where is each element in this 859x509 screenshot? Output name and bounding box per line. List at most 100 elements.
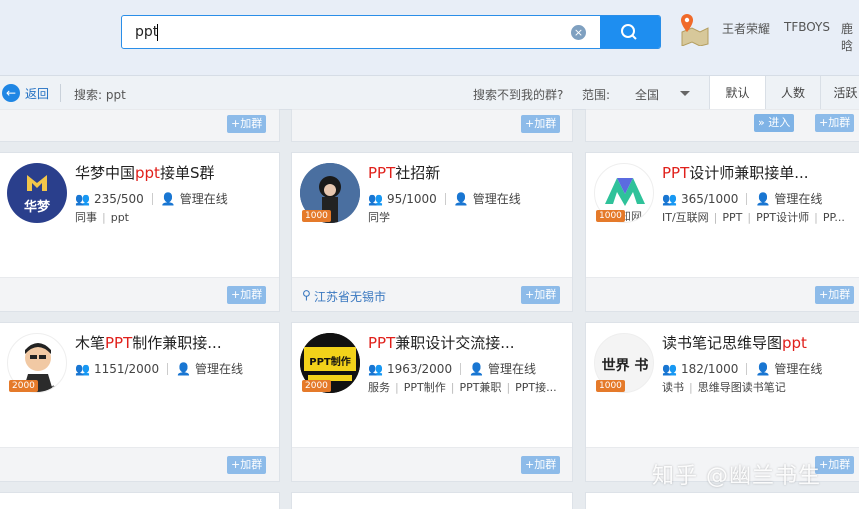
group-meta: 👥 182/1000 👤 管理在线 <box>662 360 822 377</box>
group-title[interactable]: 读书笔记思维导图ppt <box>662 332 807 353</box>
group-meta: 👥 365/1000 👤 管理在线 <box>662 190 822 207</box>
admin-icon: 👤 <box>160 191 176 206</box>
card-footer: +加群 <box>0 109 279 141</box>
members-icon: 👥 <box>662 361 677 376</box>
member-count: 182/1000 <box>680 361 739 376</box>
group-meta: 👥 95/1000 👤 管理在线 <box>368 190 521 207</box>
member-count: 1151/2000 <box>93 361 160 376</box>
avatar-text: 专业 <box>50 384 64 393</box>
join-button[interactable]: +加群 <box>227 456 267 474</box>
group-card[interactable]: PPT制作 2000 PPT兼职设计交流接... 👥 1963/2000 👤 管理在… <box>291 322 573 482</box>
range-select[interactable]: 全国 <box>635 86 659 103</box>
location-pin-icon: ⚲ <box>302 288 311 302</box>
members-icon: 👥 <box>75 361 90 376</box>
join-button[interactable]: +加群 <box>815 114 855 132</box>
group-card[interactable]: 知网 1000 PPT设计师兼职接单... 👥 365/1000 👤 管理在线 IT… <box>585 152 859 312</box>
group-title[interactable]: PPT兼职设计交流接... <box>368 332 515 353</box>
member-count: 365/1000 <box>680 191 739 206</box>
group-title[interactable]: PPT设计师兼职接单... <box>662 162 809 183</box>
tab-active[interactable]: 活跃 <box>820 76 859 110</box>
group-card: +加群 <box>0 109 280 142</box>
admin-icon: 👤 <box>176 361 192 376</box>
card-footer: +加群 <box>586 277 859 311</box>
group-tags: IT/互联网 | PPT | PPT设计师 | PP... <box>662 211 845 224</box>
admin-icon: 👤 <box>755 191 771 206</box>
range-label: 范围: <box>582 88 611 102</box>
join-button[interactable]: +加群 <box>521 115 561 133</box>
group-card[interactable] <box>291 492 573 509</box>
card-footer: +加群 <box>292 109 572 141</box>
admin-status: 管理在线 <box>774 362 823 376</box>
group-title[interactable]: PPT社招新 <box>368 162 440 183</box>
admin-status: 管理在线 <box>179 192 228 206</box>
group-card: +加群 <box>291 109 573 142</box>
level-badge: 2000 <box>9 380 38 392</box>
member-count: 1963/2000 <box>386 361 453 376</box>
join-button[interactable]: +加群 <box>227 286 267 304</box>
clear-icon[interactable]: × <box>571 25 586 40</box>
members-icon: 👥 <box>75 191 90 206</box>
join-button[interactable]: +加群 <box>815 286 855 304</box>
hot-keyword[interactable]: TFBOYS <box>784 20 830 34</box>
enter-button[interactable]: » 进入 <box>754 114 795 132</box>
group-tags: 同学 <box>368 211 390 224</box>
member-count: 95/1000 <box>386 191 437 206</box>
admin-icon: 👤 <box>469 361 485 376</box>
search-input[interactable]: ppt <box>135 24 158 40</box>
members-icon: 👥 <box>368 361 383 376</box>
group-card[interactable] <box>585 492 859 509</box>
group-meta: 👥 1963/2000 👤 管理在线 <box>368 360 536 377</box>
level-badge: 2000 <box>302 380 331 392</box>
join-button[interactable]: +加群 <box>521 286 561 304</box>
admin-status: 管理在线 <box>472 192 521 206</box>
back-button[interactable]: ← 返回 <box>2 84 49 102</box>
filter-bar: ← 返回 搜索: ppt 搜索不到我的群? 范围: 全国 默认 人数 活跃 <box>0 76 859 110</box>
admin-status: 管理在线 <box>488 362 537 376</box>
group-card: » 进入 +加群 <box>585 109 859 142</box>
group-card[interactable]: 华梦 华梦中国ppt接单S群 👥 235/500 👤 管理在线 同事 | ppt +加群 <box>0 152 280 312</box>
group-title[interactable]: 木笔PPT制作兼职接... <box>75 332 222 353</box>
chevron-down-icon[interactable] <box>680 91 690 96</box>
card-footer: » 进入 +加群 <box>586 109 859 141</box>
level-badge: 1000 <box>302 210 331 222</box>
admin-icon: 👤 <box>755 361 771 376</box>
tab-members[interactable]: 人数 <box>765 76 820 110</box>
admin-status: 管理在线 <box>195 362 244 376</box>
group-card[interactable]: 专业 2000 木笔PPT制作兼职接... 👥 1151/2000 👤 管理在线 +… <box>0 322 280 482</box>
join-button[interactable]: +加群 <box>227 115 267 133</box>
card-footer: +加群 <box>0 277 279 311</box>
level-badge: 1000 <box>596 380 625 392</box>
search-label: 搜索: ppt <box>74 88 126 102</box>
join-button[interactable]: +加群 <box>521 456 561 474</box>
card-footer: ⚲ 江苏省无锡市 +加群 <box>292 277 572 311</box>
group-location: 江苏省无锡市 <box>314 290 387 304</box>
top-bar: ppt × 王者荣耀 TFBOYS 鹿晗 <box>0 0 859 76</box>
member-count: 235/500 <box>93 191 144 206</box>
tab-default[interactable]: 默认 <box>709 76 765 110</box>
group-avatar: 华梦 <box>7 163 67 223</box>
level-badge: 1000 <box>596 210 625 222</box>
group-card[interactable]: 1000 PPT社招新 👥 95/1000 👤 管理在线 同学 ⚲ 江苏省无锡市 +… <box>291 152 573 312</box>
search-button[interactable] <box>600 16 660 48</box>
not-found-link[interactable]: 搜索不到我的群? <box>473 86 563 103</box>
hot-keyword[interactable]: 鹿晗 <box>841 20 859 54</box>
members-icon: 👥 <box>662 191 677 206</box>
avatar-text: 世界 书 <box>602 357 649 374</box>
divider <box>60 84 61 102</box>
group-tags: 读书 | 思维导图读书笔记 <box>662 381 786 394</box>
search-box[interactable]: ppt × <box>121 15 661 49</box>
group-card[interactable] <box>0 492 280 509</box>
group-tags: 同事 | ppt <box>75 211 129 224</box>
avatar-text: PPT制作 <box>309 355 350 368</box>
group-meta: 👥 1151/2000 👤 管理在线 <box>75 360 243 377</box>
text-caret <box>157 24 158 41</box>
watermark-text: 知乎 @幽兰书生 <box>652 464 821 489</box>
group-tags: 服务 | PPT制作 | PPT兼职 | PPT接... <box>368 381 557 394</box>
avatar-text: 华梦 <box>24 199 51 215</box>
hot-keyword[interactable]: 王者荣耀 <box>722 20 770 37</box>
location-map-icon[interactable] <box>678 12 710 47</box>
admin-status: 管理在线 <box>774 192 823 206</box>
back-arrow-icon: ← <box>2 84 20 102</box>
group-title[interactable]: 华梦中国ppt接单S群 <box>75 162 214 183</box>
admin-icon: 👤 <box>453 191 469 206</box>
